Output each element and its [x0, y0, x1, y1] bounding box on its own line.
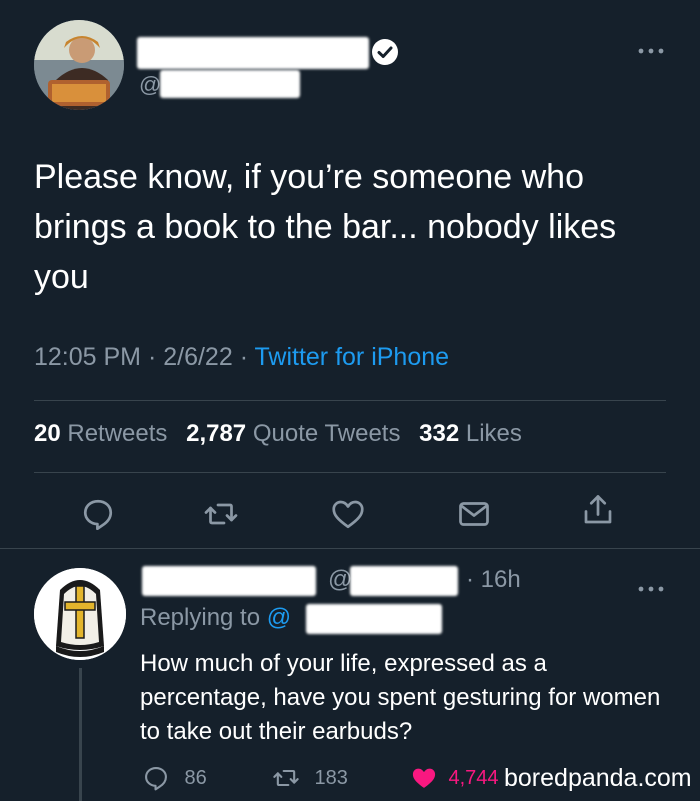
tweet-stats: 20 Retweets 2,787 Quote Tweets 332 Likes: [34, 420, 534, 448]
tweet-time: 12:05 PM: [34, 343, 142, 371]
display-name-redacted[interactable]: [137, 37, 369, 69]
replying-handle-redacted[interactable]: [306, 604, 442, 634]
replying-to-handle[interactable]: @: [267, 604, 291, 631]
meta-separator: ·: [232, 343, 255, 371]
divider: [0, 548, 700, 549]
divider: [34, 400, 666, 401]
replying-to: Replying to @: [140, 604, 291, 632]
quotes-label: Quote Tweets: [252, 420, 401, 447]
reply-count: 86: [184, 766, 207, 789]
share-dm-icon[interactable]: [456, 496, 492, 532]
author-avatar[interactable]: [34, 20, 124, 110]
share-icon[interactable]: [580, 492, 616, 528]
retweets-stat[interactable]: 20 Retweets: [34, 420, 167, 447]
retweets-label: Retweets: [67, 420, 168, 447]
handle-prefix: @: [139, 72, 162, 97]
reply-timestamp[interactable]: 16h: [481, 566, 521, 593]
tweet-meta: 12:05 PM · 2/6/22 · Twitter for iPhone: [34, 343, 449, 372]
reply-more-options-icon[interactable]: [638, 574, 664, 600]
tweet-source-link[interactable]: Twitter for iPhone: [255, 343, 450, 371]
meta-separator: ·: [141, 343, 164, 371]
reply-author-avatar[interactable]: [34, 568, 126, 660]
likes-stat[interactable]: 332 Likes: [419, 420, 522, 447]
like-icon[interactable]: [330, 496, 366, 532]
reply-reply-action[interactable]: 86: [142, 764, 207, 792]
reply-icon[interactable]: [80, 496, 116, 532]
time-separator: ·: [466, 566, 474, 593]
likes-label: Likes: [465, 420, 522, 447]
quote-tweets-stat[interactable]: 2,787 Quote Tweets: [186, 420, 400, 447]
reply-time: · 16h: [466, 566, 521, 594]
likes-count: 332: [419, 420, 460, 447]
like-filled-icon: [412, 768, 436, 788]
like-count: 4,744: [448, 766, 499, 789]
reply-handle-redacted[interactable]: [350, 566, 458, 596]
reply-text: How much of your life, expressed as a pe…: [140, 650, 661, 745]
tweet-text: Please know, if you’re someone who bring…: [34, 158, 617, 296]
divider: [34, 472, 666, 473]
watermark: boredpanda.com: [504, 764, 692, 792]
reply-like-action[interactable]: 4,744: [410, 764, 499, 792]
reply-handle-at: @: [328, 566, 353, 593]
retweets-count: 20: [34, 420, 61, 447]
reply-display-name-redacted[interactable]: [142, 566, 316, 596]
retweet-icon: [273, 769, 299, 787]
replying-to-label: Replying to: [140, 604, 267, 631]
tweet-date: 2/6/22: [163, 343, 233, 371]
thread-line: [79, 668, 82, 801]
reply-icon: [145, 767, 167, 791]
verified-badge-icon: [370, 37, 400, 67]
more-options-icon[interactable]: [638, 36, 664, 62]
handle-redacted[interactable]: [160, 70, 300, 98]
quotes-count: 2,787: [186, 420, 247, 447]
retweet-icon[interactable]: [203, 496, 239, 532]
reply-retweet-action[interactable]: 183: [272, 764, 348, 792]
retweet-count: 183: [314, 766, 348, 789]
